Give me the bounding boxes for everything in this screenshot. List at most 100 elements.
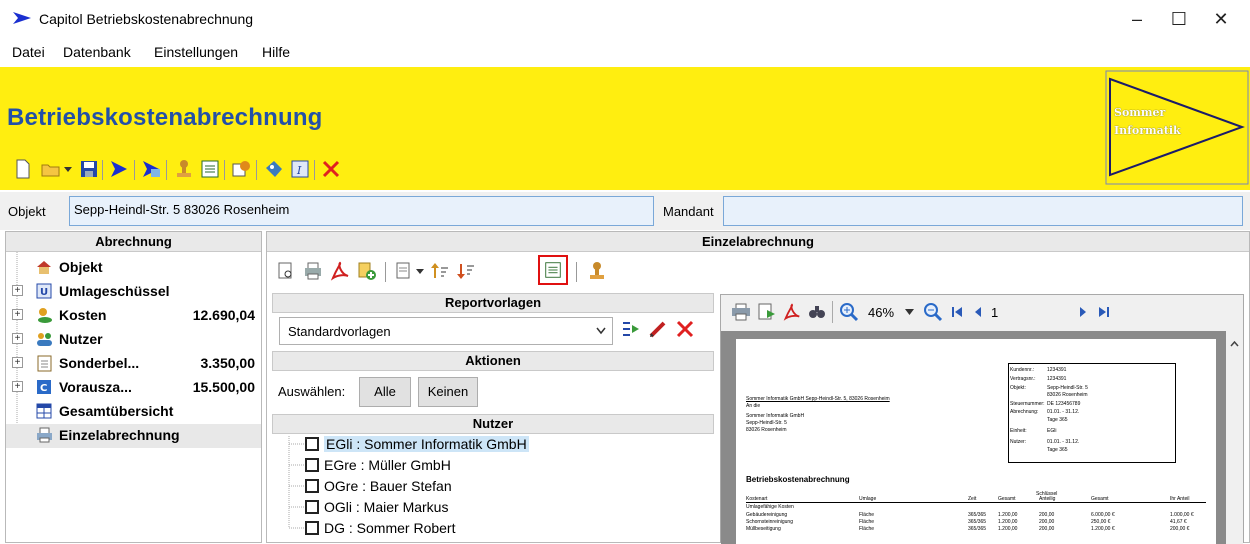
export-document-icon[interactable] [757, 302, 777, 322]
menu-datei[interactable]: Datei [12, 44, 45, 60]
select-none-button[interactable]: Keinen [418, 377, 478, 407]
zoom-dropdown-icon[interactable] [905, 309, 914, 315]
doc-info-value: Tage 365 [1047, 417, 1068, 423]
tree-item-vorauszahlung[interactable]: + C Vorausza... 15.500,00 [6, 376, 261, 400]
zoom-in-icon[interactable] [839, 302, 859, 322]
doc-info-value: 1234391 [1047, 367, 1067, 373]
tree-item-sonderbelastung[interactable]: + Sonderbel... 3.350,00 [6, 352, 261, 376]
page-number[interactable]: 1 [991, 305, 998, 320]
save-icon[interactable] [78, 158, 100, 180]
nutzer-checkbox[interactable] [305, 458, 319, 472]
expand-icon[interactable]: + [12, 357, 23, 368]
delete-template-icon[interactable] [675, 319, 695, 339]
company-logo: Sommer Informatik [1104, 69, 1250, 186]
menu-datenbank[interactable]: Datenbank [63, 44, 131, 60]
reportvorlagen-select[interactable]: Standardvorlagen [279, 317, 613, 345]
minimize-button[interactable]: – [1122, 8, 1152, 30]
tree-item-label: Objekt [59, 259, 103, 275]
mandant-field[interactable] [723, 196, 1243, 226]
find-icon[interactable] [807, 302, 827, 322]
preview-scrollbar[interactable] [1226, 331, 1243, 544]
menu-einstellungen[interactable]: Einstellungen [154, 44, 238, 60]
sort-ascending-icon[interactable] [429, 260, 451, 282]
report-dropdown-icon[interactable] [414, 260, 426, 282]
new-file-icon[interactable] [12, 158, 34, 180]
nutzer-checkbox[interactable] [305, 500, 319, 514]
preview-icon[interactable] [275, 260, 297, 282]
doc-cell: 365/365 [968, 526, 987, 532]
tree-item-gesamtuebersicht[interactable]: Gesamtübersicht [6, 400, 261, 424]
document-list-icon[interactable] [199, 158, 221, 180]
last-page-icon[interactable] [1098, 306, 1110, 318]
add-document-icon[interactable] [356, 260, 378, 282]
tree-item-kosten[interactable]: + Kosten 12.690,04 [6, 304, 261, 328]
doc-info-value: Tage 365 [1047, 447, 1068, 453]
preview-canvas[interactable]: Sommer Informatik GmbH Sepp-Heindl-Str. … [721, 331, 1226, 544]
expand-icon[interactable]: + [12, 381, 23, 392]
print-icon[interactable] [302, 260, 324, 282]
doc-cell: 200,00 [1039, 526, 1055, 532]
pdf-icon[interactable] [782, 302, 802, 322]
close-window-button[interactable]: ✕ [1206, 8, 1236, 30]
doc-cell: Fläche [859, 526, 875, 532]
tag-icon[interactable] [263, 158, 285, 180]
doc-cell: 1.200,00 [998, 512, 1018, 518]
tree-item-objekt[interactable]: Objekt [6, 256, 261, 280]
open-dropdown-icon[interactable] [62, 158, 74, 180]
nutzer-checkbox[interactable] [305, 521, 319, 535]
tree-item-label: Umlageschüssel [59, 283, 170, 299]
sort-descending-icon[interactable] [455, 260, 477, 282]
edit-pencil-icon[interactable] [648, 319, 668, 339]
nutzer-label: EGli : Sommer Informatik GmbH [324, 436, 529, 452]
window-title: Capitol Betriebskostenabrechnung [39, 11, 254, 27]
run-icon[interactable] [108, 158, 130, 180]
report-page: Sommer Informatik GmbH Sepp-Heindl-Str. … [736, 339, 1216, 544]
open-folder-icon[interactable] [40, 158, 62, 180]
zoom-level[interactable]: 46% [868, 305, 894, 320]
maximize-button[interactable]: ☐ [1164, 8, 1194, 30]
template-settings-icon[interactable] [621, 319, 641, 339]
nutzer-checkbox[interactable] [305, 437, 319, 451]
toolbar-separator [832, 301, 833, 323]
select-all-button[interactable]: Alle [359, 377, 411, 407]
next-page-icon[interactable] [1078, 306, 1088, 318]
doc-info-label: Einheit: [1010, 428, 1027, 434]
doc-col-header: Kostenart [746, 496, 768, 502]
expand-icon[interactable]: + [12, 309, 23, 320]
doc-info-value: DE 123456789 [1047, 401, 1081, 407]
pdf-icon[interactable] [329, 260, 351, 282]
first-page-icon[interactable] [951, 306, 963, 318]
zoom-out-icon[interactable] [923, 302, 943, 322]
run-all-icon[interactable] [140, 158, 162, 180]
tree-item-umlageschluessel[interactable]: + U Umlageschüssel [6, 280, 261, 304]
tree-item-nutzer[interactable]: + Nutzer [6, 328, 261, 352]
list-view-button[interactable] [538, 255, 568, 285]
doc-info-label: Steuernummer: [1010, 401, 1045, 407]
delete-icon[interactable] [320, 158, 342, 180]
doc-cell: 200,00 € [1170, 526, 1190, 532]
doc-rule [746, 502, 1206, 503]
info-icon[interactable]: I [289, 158, 311, 180]
tree-item-label: Einzelabrechnung [59, 427, 180, 443]
print-icon[interactable] [731, 303, 751, 321]
previous-page-icon[interactable] [973, 306, 983, 318]
scroll-up-icon[interactable] [1230, 341, 1239, 347]
tree-item-einzelabrechnung[interactable]: Einzelabrechnung [6, 424, 261, 448]
report-icon[interactable] [393, 260, 415, 282]
expand-icon[interactable]: + [12, 333, 23, 344]
doc-info-value: 1234391 [1047, 376, 1067, 382]
doc-sender: Sommer Informatik GmbH Sepp-Heindl-Str. … [746, 396, 890, 402]
mandant-label: Mandant [663, 204, 714, 219]
doc-cell: 1.200,00 [998, 519, 1018, 525]
stamp-icon[interactable] [173, 158, 195, 180]
nutzer-checkbox[interactable] [305, 479, 319, 493]
house-icon [37, 261, 51, 274]
tree-item-label: Vorausza... [59, 379, 132, 395]
stamp-icon[interactable] [586, 260, 608, 282]
objekt-field[interactable]: Sepp-Heindl-Str. 5 83026 Rosenheim [69, 196, 654, 226]
svg-text:C: C [40, 383, 47, 394]
expand-icon[interactable]: + [12, 285, 23, 296]
menu-hilfe[interactable]: Hilfe [262, 44, 290, 60]
reportvorlagen-selected: Standardvorlagen [288, 324, 391, 339]
export-icon[interactable] [230, 158, 252, 180]
